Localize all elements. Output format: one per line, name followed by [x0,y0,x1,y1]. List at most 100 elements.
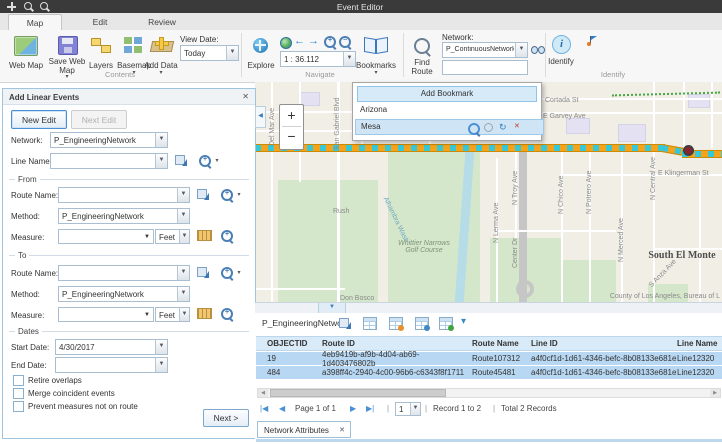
layers-icon[interactable] [90,37,112,54]
scrollbar-thumb[interactable] [270,389,446,397]
bookmark-item-mesa[interactable]: Mesa ↻ ✕ [355,119,544,135]
bookmarks-icon[interactable] [364,37,388,53]
bookmark-refresh-icon[interactable]: ↻ [499,120,507,134]
to-route-name-select[interactable]: ▼ [58,265,190,281]
scroll-left-icon[interactable]: ◀ [258,389,268,397]
zoom-in-icon[interactable] [24,2,32,10]
select-records-icon[interactable] [339,317,351,329]
end-date-select[interactable]: ▼ [55,357,168,373]
tab-map[interactable]: Map [8,14,62,31]
web-map-button[interactable]: Web Map [4,61,48,70]
from-route-zoom-icon[interactable]: + [221,189,233,201]
panel-close-icon[interactable]: ✕ [242,92,249,101]
to-route-zoom-icon[interactable]: + [221,267,233,279]
bookmark-zoom-icon[interactable] [468,123,480,135]
bookmarks-button[interactable]: Bookmarks [355,61,397,70]
last-page-button[interactable]: ▶| [366,404,374,413]
web-map-icon[interactable] [14,36,38,56]
line-name-select[interactable]: ▼ [50,153,168,169]
column-header[interactable]: Route Name [472,339,531,348]
bookmark-item-arizona[interactable]: Arizona [355,103,542,117]
map-zoom-in-icon[interactable]: + [324,36,336,48]
identify-pin-icon[interactable] [586,36,596,46]
to-unit-select[interactable]: Feet ▼ [155,307,190,322]
table-row[interactable]: 19 4eb9419b-af9b-4d04-ab69-1d403476802b … [256,352,722,365]
full-extent-globe-icon[interactable] [280,37,292,49]
horizontal-scrollbar[interactable]: ◀ ▶ [257,388,721,398]
line-zoom-caret-icon[interactable]: ▾ [213,159,221,164]
route-input[interactable] [442,60,528,75]
retire-overlaps-checkbox[interactable] [13,375,24,386]
zoom-out-button[interactable]: − [280,126,303,147]
previous-extent-icon[interactable]: ← [294,36,305,46]
column-header[interactable]: Line Name [677,339,722,348]
find-route-icon[interactable] [414,38,430,54]
identify-icon[interactable]: i [552,35,571,54]
from-measure-input[interactable]: ▼ [58,229,154,244]
column-header[interactable]: OBJECTID [267,339,322,348]
pan-to-selected-icon[interactable] [415,317,429,330]
explore-button[interactable]: Explore [246,61,276,70]
line-zoom-icon[interactable]: + [199,155,211,167]
first-page-button[interactable]: |◀ [260,404,268,413]
to-measure-zoom-icon[interactable]: + [221,308,233,320]
explore-icon[interactable] [253,38,268,53]
from-route-name-select[interactable]: ▼ [58,187,190,203]
to-method-select[interactable]: P_EngineeringNetwork ▼ [58,286,190,302]
save-web-map-icon[interactable] [58,36,78,55]
map-zoom-out-icon[interactable]: − [339,36,351,48]
show-table-icon[interactable] [363,317,377,330]
scroll-right-icon[interactable]: ▶ [710,389,720,397]
from-measure-tool-icon[interactable] [197,230,212,241]
identify-button[interactable]: Identify [545,57,577,66]
prev-page-button[interactable]: ◀ [279,404,285,413]
zoom-out-icon[interactable] [40,2,48,10]
from-select-route-on-map-icon[interactable] [197,188,209,200]
prevent-measures-checkbox[interactable] [13,401,24,412]
next-page-button[interactable]: ▶ [350,404,356,413]
view-date-select[interactable]: Today ▼ [180,45,239,61]
tab-close-icon[interactable]: ✕ [339,426,345,434]
map-road [699,175,701,302]
merge-coincident-checkbox[interactable] [13,388,24,399]
from-route-zoom-caret-icon[interactable]: ▾ [235,193,243,198]
column-header[interactable]: Route ID [322,339,472,348]
select-line-on-map-icon[interactable] [175,154,187,166]
collapse-panel-button[interactable]: ◀ [255,106,266,128]
from-measure-zoom-icon[interactable]: + [221,230,233,242]
sort-icon[interactable]: ▾ [461,316,466,327]
from-method-select[interactable]: P_EngineeringNetwork ▼ [58,208,190,224]
from-unit-select[interactable]: Feet ▼ [155,229,190,244]
find-route-button[interactable]: Find Route [406,58,438,76]
zoom-in-button[interactable]: + [280,105,303,126]
scale-select[interactable]: 1 : 36.112 ▼ [280,51,356,67]
tab-review[interactable]: Review [132,14,192,30]
network-select[interactable]: P_ContinuousNetwork ▼ [442,42,528,58]
panel-network-select[interactable]: P_EngineeringNetwork ▼ [50,132,168,148]
page-number-select[interactable]: 1 ▼ [395,402,421,416]
tab-edit[interactable]: Edit [72,14,128,30]
bookmark-pan-icon[interactable] [484,123,493,132]
to-measure-input[interactable]: ▼ [58,307,154,322]
tab-network-attributes[interactable]: Network Attributes ✕ [257,421,351,438]
table-row[interactable]: 484 a398ff4c-2940-4c00-96b6-c6343f8f1711… [256,366,722,379]
add-bookmark-button[interactable]: Add Bookmark [357,86,537,102]
add-data-icon[interactable] [151,36,171,52]
add-data-button[interactable]: Add Data [144,61,178,70]
column-header[interactable]: Line ID [531,339,677,348]
zoom-to-selected-icon[interactable] [389,317,403,330]
to-measure-tool-icon[interactable] [197,308,212,319]
start-date-select[interactable]: 4/30/2017 ▼ [55,339,168,355]
next-extent-icon[interactable]: → [308,36,319,46]
to-route-zoom-caret-icon[interactable]: ▾ [235,271,243,276]
to-select-route-on-map-icon[interactable] [197,266,209,278]
binoculars-icon[interactable] [531,45,545,54]
refresh-table-icon[interactable] [439,317,453,330]
basemap-icon[interactable] [124,37,142,53]
next-button[interactable]: Next > [203,409,249,427]
next-edit-button[interactable]: Next Edit [71,110,127,129]
pan-icon[interactable] [7,2,16,11]
layers-button[interactable]: Layers [86,61,116,70]
bookmark-delete-icon[interactable]: ✕ [514,120,520,134]
new-edit-button[interactable]: New Edit [11,110,67,129]
